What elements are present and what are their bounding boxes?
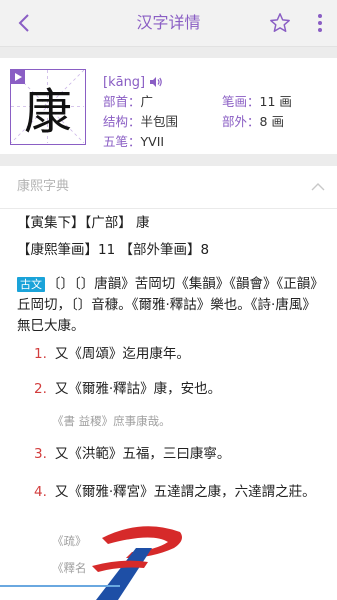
definition-item: 4. 又《爾雅·釋宮》五達謂之康，六達謂之莊。 — [34, 481, 324, 504]
definition-number: 4. — [34, 484, 47, 500]
kangxi-strokes-line: 【康熙筆画】11 【部外筆画】8 — [17, 242, 210, 258]
definition-text: 又《洪範》五福，三曰康寧。 — [54, 446, 231, 462]
section-header[interactable]: 康熙字典 — [0, 166, 337, 209]
bottom-accent-line — [0, 585, 120, 587]
star-outline-icon — [270, 13, 290, 32]
definition-number: 1. — [34, 346, 47, 362]
definition-item: 2. 又《爾雅·釋詁》康，安也。 — [34, 378, 324, 401]
radical-value: 广 — [140, 94, 154, 109]
extra-strokes-info: 部外：8 画 — [222, 114, 284, 130]
ancient-text: 〔〕〔〕唐韻》苦岡切《集韻》《韻會》《正韻》丘岡切，〔〕音穅。《爾雅·釋詁》樂也… — [17, 276, 317, 334]
pinyin: [kāng] — [103, 74, 146, 90]
favorite-button[interactable] — [266, 9, 294, 37]
section-title: 康熙字典 — [17, 179, 70, 194]
extra-strokes-label: 部外： — [222, 114, 260, 129]
strokes-label: 笔画： — [222, 94, 260, 109]
definition-number: 3. — [34, 446, 47, 462]
definition-text: 又《爾雅·釋詁》康，安也。 — [54, 381, 222, 397]
kangxi-ancient-paragraph: 古文 〔〕〔〕唐韻》苦岡切《集韻》《韻會》《正韻》丘岡切，〔〕音穅。《爾雅·釋詁》… — [17, 274, 323, 337]
wubi-value: YVII — [140, 134, 165, 149]
radical-info: 部首：广 — [103, 94, 153, 110]
structure-label: 结构： — [103, 114, 141, 129]
strokes-value: 11 画 — [259, 94, 292, 109]
wubi-info: 五笔：YVII — [103, 134, 164, 150]
definition-number: 2. — [34, 381, 47, 397]
definition-text: 又《周頌》迄用康年。 — [54, 346, 190, 362]
pinyin-row: [kāng] — [103, 73, 163, 91]
structure-value: 半包围 — [140, 114, 179, 129]
speaker-icon[interactable] — [149, 76, 163, 88]
play-icon — [15, 73, 22, 81]
definition-item: 3. 又《洪範》五福，三曰康寧。 — [34, 443, 324, 466]
kangxi-volume-line: 【寅集下】【广部】 康 — [17, 215, 150, 231]
strokes-info: 笔画：11 画 — [222, 94, 292, 110]
ancient-tag: 古文 — [17, 277, 45, 292]
watermark-logo — [92, 526, 182, 600]
wubi-label: 五笔： — [103, 134, 141, 149]
vertical-dots-icon — [318, 14, 322, 32]
definition-item: 1. 又《周頌》迄用康年。 — [34, 343, 324, 366]
top-bar: 汉字详情 — [0, 0, 337, 47]
structure-info: 结构：半包围 — [103, 114, 178, 130]
extra-strokes-value: 8 画 — [259, 114, 284, 129]
chevron-up-icon[interactable] — [310, 179, 326, 195]
definition-text: 又《爾雅·釋宮》五達謂之康，六達謂之莊。 — [54, 484, 316, 500]
stroke-play-button[interactable] — [11, 70, 25, 84]
character-box: 康 — [10, 69, 86, 145]
definition-quote: 《書 益稷》庶事康哉。 — [52, 414, 171, 428]
more-button[interactable] — [310, 9, 330, 37]
radical-label: 部首： — [103, 94, 141, 109]
character-card: 康 [kāng] 部首：广 笔画：11 画 结构：半包围 部外：8 画 五笔：Y… — [0, 58, 337, 154]
